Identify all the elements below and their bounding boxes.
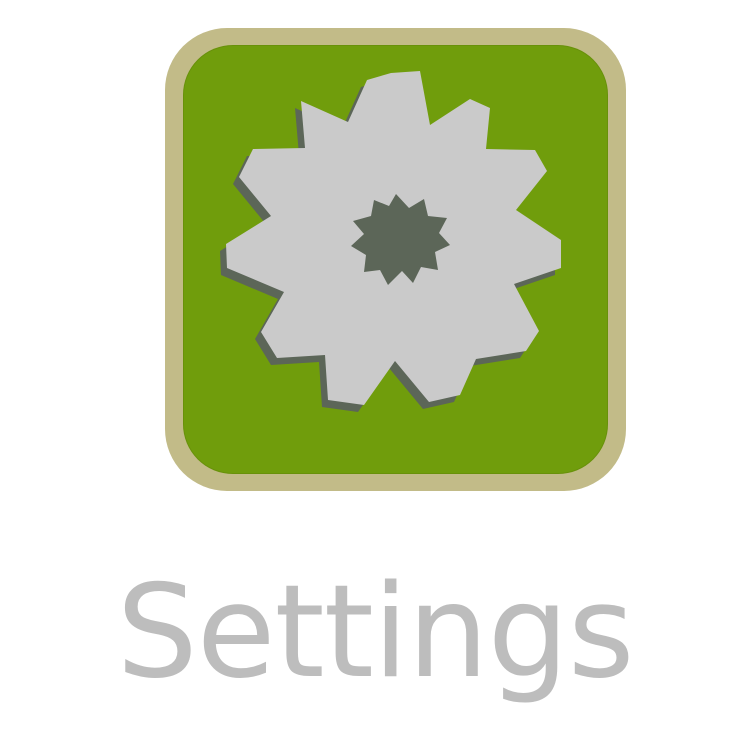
gear-icon xyxy=(220,71,561,412)
app-label[interactable]: Settings xyxy=(0,558,750,708)
settings-app-icon[interactable] xyxy=(165,28,626,491)
